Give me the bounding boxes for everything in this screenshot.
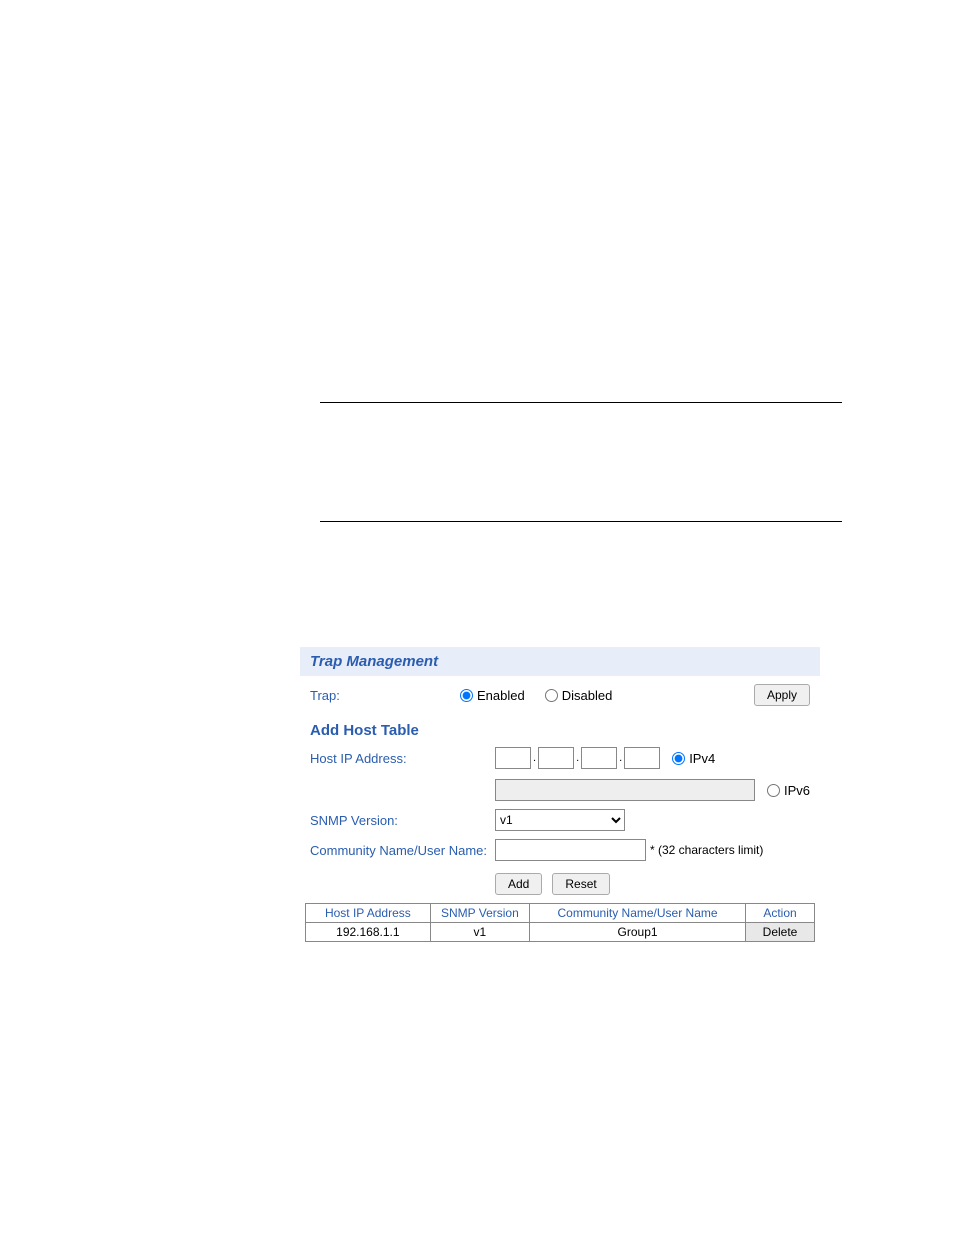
trap-disabled-label: Disabled	[562, 688, 613, 703]
trap-management-panel: Trap Management Trap: Enabled Disabled A…	[300, 647, 820, 942]
community-hint: * (32 characters limit)	[646, 843, 763, 857]
dot-3: .	[617, 752, 624, 764]
ip-octet-2[interactable]	[538, 747, 574, 769]
th-snmp-version: SNMP Version	[430, 904, 529, 923]
ip-octet-3[interactable]	[581, 747, 617, 769]
th-action: Action	[746, 904, 815, 923]
divider-mid	[320, 521, 842, 522]
td-snmp-version: v1	[430, 923, 529, 942]
dot-2: .	[574, 752, 581, 764]
trap-disabled-option[interactable]: Disabled	[545, 688, 613, 703]
divider-top	[320, 402, 842, 403]
trap-disabled-radio[interactable]	[545, 689, 558, 702]
apply-button[interactable]: Apply	[754, 684, 810, 706]
ip-octet-1[interactable]	[495, 747, 531, 769]
add-button[interactable]: Add	[495, 873, 542, 895]
snmp-version-select[interactable]: v1	[495, 809, 625, 831]
ipv4-label: IPv4	[689, 751, 715, 766]
trap-enabled-radio[interactable]	[460, 689, 473, 702]
reset-button[interactable]: Reset	[552, 873, 609, 895]
td-host-ip: 192.168.1.1	[306, 923, 431, 942]
trap-radio-group: Enabled Disabled	[460, 688, 754, 703]
ipv6-input	[495, 779, 755, 801]
community-label: Community Name/User Name:	[310, 843, 495, 858]
form-button-row: Add Reset	[300, 865, 820, 903]
ipv4-option[interactable]: IPv4	[672, 751, 715, 766]
snmp-version-row: SNMP Version: v1	[300, 805, 820, 835]
host-table-header-row: Host IP Address SNMP Version Community N…	[306, 904, 815, 923]
host-ip-label: Host IP Address:	[310, 751, 495, 766]
delete-button[interactable]: Delete	[746, 923, 815, 942]
ipv6-radio[interactable]	[767, 784, 780, 797]
trap-label: Trap:	[310, 688, 460, 703]
ipv6-option[interactable]: IPv6	[767, 783, 810, 798]
td-community: Group1	[530, 923, 746, 942]
ip-octet-4[interactable]	[624, 747, 660, 769]
dot-1: .	[531, 752, 538, 764]
table-row: 192.168.1.1 v1 Group1 Delete	[306, 923, 815, 942]
ipv4-radio[interactable]	[672, 752, 685, 765]
trap-enabled-label: Enabled	[477, 688, 525, 703]
host-table: Host IP Address SNMP Version Community N…	[305, 903, 815, 942]
host-ip-row: Host IP Address: . . . IPv4	[300, 743, 820, 773]
snmp-version-label: SNMP Version:	[310, 813, 495, 828]
trap-row: Trap: Enabled Disabled Apply	[300, 676, 820, 714]
th-host-ip: Host IP Address	[306, 904, 431, 923]
community-input[interactable]	[495, 839, 646, 861]
host-ipv6-row: IPv6	[300, 773, 820, 805]
community-row: Community Name/User Name: * (32 characte…	[300, 835, 820, 865]
panel-title: Trap Management	[300, 647, 820, 676]
add-host-section-title: Add Host Table	[300, 714, 820, 743]
trap-enabled-option[interactable]: Enabled	[460, 688, 525, 703]
ipv6-label: IPv6	[784, 783, 810, 798]
th-community: Community Name/User Name	[530, 904, 746, 923]
